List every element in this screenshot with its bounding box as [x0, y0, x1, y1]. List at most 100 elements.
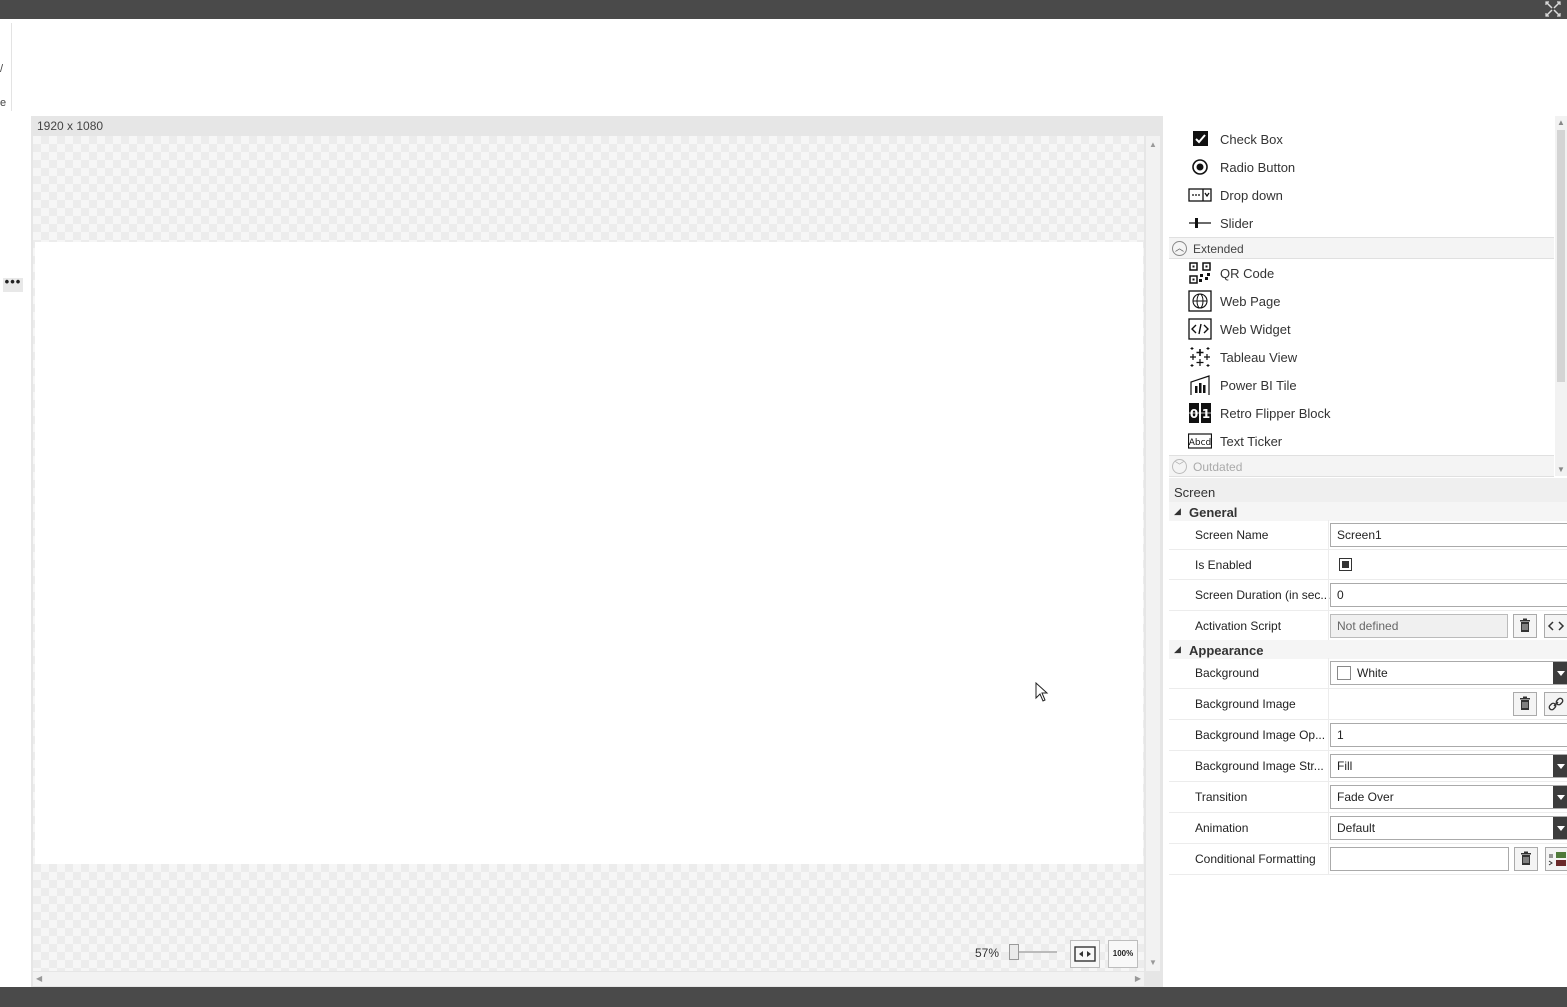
property-row-activation-script: Activation Script Not defined	[1169, 611, 1567, 642]
scroll-up-icon[interactable]: ▲	[1149, 140, 1157, 149]
toolbox-item-radio-button[interactable]: Radio Button	[1169, 153, 1554, 181]
trash-icon	[1521, 851, 1531, 865]
zoom-slider-thumb[interactable]	[1009, 944, 1019, 960]
screen-duration-input[interactable]: 0	[1330, 583, 1567, 607]
scroll-down-icon[interactable]: ▼	[1149, 958, 1157, 967]
ribbon-separator	[11, 23, 12, 111]
property-label: Background Image Op...	[1195, 728, 1326, 742]
scroll-down-icon[interactable]: ▼	[1557, 465, 1565, 474]
clear-background-image-button[interactable]	[1513, 692, 1537, 716]
property-row-screen-name: Screen Name Screen1	[1169, 520, 1567, 550]
scroll-up-icon[interactable]: ▲	[1557, 118, 1565, 127]
activation-script-field[interactable]: Not defined	[1330, 614, 1508, 638]
toolbox-scrollbar[interactable]: ▲ ▼	[1555, 116, 1567, 476]
background-color-select[interactable]: White	[1330, 661, 1567, 685]
delete-script-button[interactable]	[1513, 614, 1537, 638]
edit-script-button[interactable]	[1544, 614, 1567, 638]
toolbox-item-label: Radio Button	[1220, 160, 1296, 175]
transition-select[interactable]: Fade Over	[1330, 785, 1567, 809]
scroll-right-icon[interactable]: ▶	[1135, 974, 1141, 983]
toolbox-item-drop-down[interactable]: Drop down	[1169, 181, 1554, 209]
toolbox-item-label: Text Ticker	[1220, 434, 1283, 449]
property-label: Background	[1195, 666, 1260, 680]
toolbox-item-slider[interactable]: Slider	[1169, 209, 1554, 237]
dropdown-arrow-icon[interactable]	[1553, 662, 1567, 684]
ribbon: / e	[0, 19, 1567, 116]
toolbox-group-outdated[interactable]: ﹀ Outdated	[1169, 455, 1554, 477]
toolbox-item-check-box[interactable]: Check Box	[1169, 125, 1554, 153]
screen-name-input[interactable]: Screen1	[1330, 523, 1567, 547]
property-label: Animation	[1195, 821, 1249, 835]
toolbox-item-text-ticker[interactable]: Abcd Text Ticker	[1169, 427, 1554, 455]
toolbox-item-web-widget[interactable]: Web Widget	[1169, 315, 1554, 343]
row-divider	[1328, 720, 1329, 750]
trash-icon	[1520, 696, 1530, 710]
collapse-triangle-icon[interactable]: ◢	[1174, 644, 1181, 655]
property-row-background-image: Background Image	[1169, 689, 1567, 720]
category-label: General	[1189, 505, 1238, 520]
scroll-left-icon[interactable]: ◀	[36, 974, 42, 983]
is-enabled-checkbox[interactable]	[1339, 558, 1352, 571]
property-label: Background Image Str...	[1195, 759, 1324, 773]
properties-panel: Screen ◢ General Screen Name Screen1 Is …	[1169, 478, 1567, 987]
background-stretch-value: Fill	[1337, 759, 1353, 773]
property-row-animation: Animation Default	[1169, 813, 1567, 844]
collapse-triangle-icon[interactable]: ◢	[1174, 506, 1181, 517]
row-divider	[1328, 844, 1329, 874]
property-label: Screen Duration (in sec...	[1195, 588, 1331, 602]
globe-icon	[1188, 290, 1212, 312]
toolbox-item-label: Slider	[1220, 216, 1254, 231]
restore-window-icon[interactable]	[1545, 1, 1561, 17]
actual-size-button[interactable]: 100%	[1108, 940, 1138, 968]
toolbox-item-qr-code[interactable]: QR Code	[1169, 259, 1554, 287]
zoom-controls: 57% 100%	[975, 940, 1145, 968]
more-options-button[interactable]: •••	[3, 275, 23, 292]
toolbox-item-label: Drop down	[1220, 188, 1283, 203]
toolbox-item-label: Check Box	[1220, 132, 1283, 147]
toggle-icon	[1188, 106, 1212, 118]
mouse-cursor-icon	[1035, 682, 1049, 702]
toolbox-scrollbar-thumb[interactable]	[1557, 130, 1565, 382]
toolbox-item-partial[interactable]	[1169, 106, 1554, 118]
canvas-vertical-scrollbar[interactable]: ▲ ▼	[1146, 136, 1160, 971]
toolbox-group-extended[interactable]: ︿ Extended	[1169, 237, 1554, 259]
canvas-horizontal-scrollbar[interactable]: ◀ ▶	[33, 972, 1144, 986]
dropdown-arrow-icon[interactable]	[1553, 817, 1567, 839]
property-row-transition: Transition Fade Over	[1169, 782, 1567, 813]
toolbox-item-web-page[interactable]: Web Page	[1169, 287, 1554, 315]
toolbox-item-power-bi-tile[interactable]: Power BI Tile	[1169, 371, 1554, 399]
animation-select[interactable]: Default	[1330, 816, 1567, 840]
property-label: Background Image	[1195, 697, 1296, 711]
toolbox-item-retro-flipper-block[interactable]: 0 1 Retro Flipper Block	[1169, 399, 1554, 427]
ticker-icon: Abcd	[1188, 433, 1212, 449]
status-bar	[0, 987, 1567, 1007]
background-stretch-select[interactable]: Fill	[1330, 754, 1567, 778]
dropdown-arrow-icon[interactable]	[1553, 786, 1567, 808]
toolbox-item-label: Tableau View	[1220, 350, 1298, 365]
property-row-background-image-stretch: Background Image Str... Fill	[1169, 751, 1567, 782]
color-swatch	[1337, 666, 1351, 680]
link-background-image-button[interactable]	[1544, 692, 1567, 716]
chevron-up-icon: ︿	[1172, 241, 1187, 256]
design-canvas-area: 1920 x 1080 ▲ ▼ ◀ ▶ 57% 100%	[0, 116, 1163, 987]
edit-conditional-formatting-button[interactable]	[1545, 847, 1567, 871]
dropdown-arrow-icon[interactable]	[1553, 755, 1567, 777]
transition-value: Fade Over	[1337, 790, 1394, 804]
qr-code-icon	[1189, 262, 1211, 284]
animation-value: Default	[1337, 821, 1376, 835]
row-divider	[1328, 689, 1329, 719]
toolbox-group-label: Outdated	[1193, 460, 1243, 474]
toolbox-item-tableau-view[interactable]: Tableau View	[1169, 343, 1554, 371]
fit-to-screen-button[interactable]	[1070, 940, 1100, 968]
property-label: Transition	[1195, 790, 1248, 804]
property-row-is-enabled: Is Enabled	[1169, 550, 1567, 580]
svg-text:Abcd: Abcd	[1189, 438, 1212, 448]
category-appearance[interactable]: ◢ Appearance	[1169, 640, 1567, 659]
screen-canvas[interactable]	[35, 242, 1143, 864]
background-opacity-input[interactable]: 1	[1330, 723, 1567, 747]
row-divider	[1328, 751, 1329, 781]
conditional-formatting-field[interactable]	[1330, 847, 1509, 871]
property-label: Conditional Formatting	[1195, 852, 1316, 866]
clear-conditional-formatting-button[interactable]	[1514, 847, 1538, 871]
category-general[interactable]: ◢ General	[1169, 502, 1567, 521]
